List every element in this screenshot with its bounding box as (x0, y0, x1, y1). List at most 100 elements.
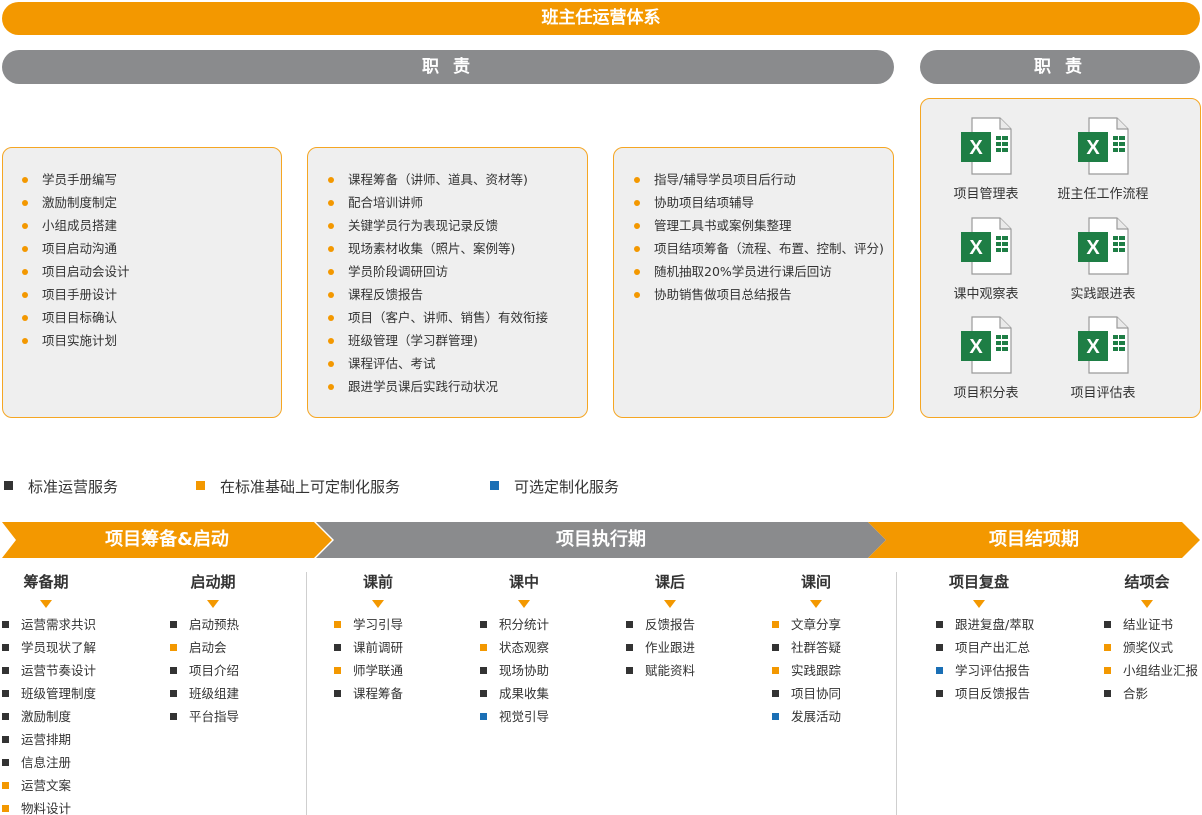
legend-item: 标准运营服务 (4, 476, 118, 497)
stage-task-text: 项目启动沟通 (42, 241, 118, 256)
column-task-item: 启动预热 (170, 613, 239, 636)
stage-task-text: 配合培训讲师 (348, 195, 424, 210)
stage-task-text: 关键学员行为表现记录反馈 (348, 218, 499, 233)
column-header-label: 筹备期 (23, 573, 69, 591)
legend-label: 标准运营服务 (28, 478, 119, 496)
stage-task-text: 项目（客户、讲师、销售）有效衔接 (348, 310, 549, 325)
svg-text:X: X (969, 336, 983, 358)
bullet-dot-icon (22, 338, 28, 344)
tool-file-item[interactable]: X 实践跟进表 (1048, 217, 1158, 302)
square-marker-icon (626, 667, 633, 674)
column-task-item: 状态观察 (480, 636, 549, 659)
stage-task-text: 学员手册编写 (42, 172, 118, 187)
column-header-label: 课中 (508, 573, 539, 591)
stage-card-after: 指导/辅导学员项目后行动协助项目结项辅导 管理工具书或案例集整理项目结项筹备（流程… (613, 147, 894, 418)
bullet-dot-icon (328, 223, 334, 229)
stage-task-list: 课程筹备（讲师、道具、资材等) 配合培训讲师 关键学员行为表现记录反馈 现场素材收集（… (328, 168, 548, 398)
column-task-list: 学习引导 课前调研 师学联通 课程筹备 (334, 613, 403, 705)
square-marker-icon (626, 621, 633, 628)
bullet-dot-icon (328, 200, 334, 206)
column-header: 课中 (474, 571, 574, 608)
column-task-item: 项目介绍 (170, 659, 239, 682)
stage-task-text: 项目目标确认 (42, 310, 118, 325)
square-marker-icon (170, 713, 177, 720)
column-task-text: 班级管理制度 (21, 686, 97, 701)
stage-task-item: 协助销售做项目总结报告 (634, 283, 884, 306)
stage-task-text: 项目结项筹备（流程、布置、控制、评分) (654, 241, 884, 256)
stage-task-item: 学员阶段调研回访 (328, 260, 548, 283)
square-marker-icon (626, 644, 633, 651)
square-marker-icon (2, 782, 9, 789)
bullet-dot-icon (22, 292, 28, 298)
stage-task-text: 跟进学员课后实践行动状况 (348, 379, 499, 394)
square-marker-icon (1104, 667, 1111, 674)
bullet-dot-icon (22, 223, 28, 229)
square-marker-icon (2, 805, 9, 812)
stage-task-item: 管理工具书或案例集整理 (634, 214, 884, 237)
stage-label: 项目中 (426, 107, 468, 123)
column-task-item: 课前调研 (334, 636, 403, 659)
square-marker-icon (170, 621, 177, 628)
column-divider (306, 572, 307, 815)
square-marker-icon (772, 644, 779, 651)
column-header: 结项会 (1097, 571, 1197, 608)
column-header-label: 课间 (800, 573, 831, 591)
tool-file-item[interactable]: X 项目管理表 (931, 117, 1041, 202)
stage-task-item: 项目启动会设计 (22, 260, 130, 283)
tool-file-label: 项目积分表 (953, 386, 1019, 401)
stage-chevron-after: 项目后 (586, 99, 892, 132)
stage-task-text: 指导/辅导学员项目后行动 (654, 172, 796, 187)
column-task-item: 学习评估报告 (936, 659, 1034, 682)
tool-file-item[interactable]: X 项目积分表 (931, 316, 1041, 401)
column-task-text: 启动会 (189, 640, 227, 655)
stage-task-item: 激励制度制定 (22, 191, 130, 214)
stage-task-text: 随机抽取20%学员进行课后回访 (654, 264, 832, 279)
column-task-list: 积分统计 状态观察 现场协助 成果收集 视觉引导 (480, 613, 549, 728)
stage-card-during: 课程筹备（讲师、道具、资材等) 配合培训讲师 关键学员行为表现记录反馈 现场素材收集（… (307, 147, 588, 418)
excel-icon: X (960, 316, 1012, 374)
column-task-text: 师学联通 (353, 663, 404, 678)
column-task-item: 现场协助 (480, 659, 549, 682)
column-task-item: 运营需求共识 (2, 613, 96, 636)
column-header-label: 结项会 (1124, 573, 1170, 591)
column-task-list: 运营需求共识 学员现状了解 运营节奏设计 班级管理制度 激励制度 运营排期 信息注册 运营文… (2, 613, 96, 815)
stage-task-item: 配合培训讲师 (328, 191, 548, 214)
stage-task-item: 项目（客户、讲师、销售）有效衔接 (328, 306, 548, 329)
stage-task-item: 项目结项筹备（流程、布置、控制、评分) (634, 237, 884, 260)
tool-file-item[interactable]: X 课中观察表 (931, 217, 1041, 302)
legend-item: 可选定制化服务 (490, 476, 619, 497)
excel-icon: X (960, 117, 1012, 175)
square-marker-icon (2, 690, 9, 697)
bullet-dot-icon (328, 384, 334, 390)
column-task-text: 启动预热 (189, 617, 240, 632)
square-marker-icon (772, 713, 779, 720)
arrow-down-icon (372, 600, 384, 608)
column-task-item: 积分统计 (480, 613, 549, 636)
square-marker-icon (2, 621, 9, 628)
stage-task-item: 课程评估、考试 (328, 352, 548, 375)
column-task-text: 跟进复盘/萃取 (955, 617, 1035, 632)
column-task-text: 学习引导 (353, 617, 404, 632)
stage-task-item: 跟进学员课后实践行动状况 (328, 375, 548, 398)
stage-task-list: 指导/辅导学员项目后行动协助项目结项辅导 管理工具书或案例集整理项目结项筹备（流程… (634, 168, 884, 306)
column-task-text: 项目协同 (791, 686, 842, 701)
column-task-text: 作业跟进 (645, 640, 696, 655)
bullet-dot-icon (22, 246, 28, 252)
column-task-text: 反馈报告 (645, 617, 696, 632)
square-marker-icon (772, 667, 779, 674)
bullet-dot-icon (328, 361, 334, 367)
column-task-item: 班级组建 (170, 682, 239, 705)
square-marker-icon (1104, 690, 1111, 697)
stage-task-item: 课程反馈报告 (328, 283, 548, 306)
stage-task-list: 学员手册编写 激励制度制定 小组成员搭建 项目启动沟通 项目启动会设计 项目手册设计 项目目… (22, 168, 130, 352)
stage-task-item: 现场素材收集（照片、案例等) (328, 237, 548, 260)
bullet-dot-icon (634, 177, 640, 183)
square-marker-icon (772, 690, 779, 697)
tool-file-item[interactable]: X 项目评估表 (1048, 316, 1158, 401)
square-marker-icon (936, 690, 943, 697)
stage-task-item: 班级管理（学习群管理) (328, 329, 548, 352)
stage-task-item: 协助项目结项辅导 (634, 191, 884, 214)
stage-task-text: 课程评估、考试 (348, 356, 436, 371)
stage-label: 项目前 (134, 107, 176, 123)
tool-file-item[interactable]: X 班主任工作流程 (1048, 117, 1158, 202)
